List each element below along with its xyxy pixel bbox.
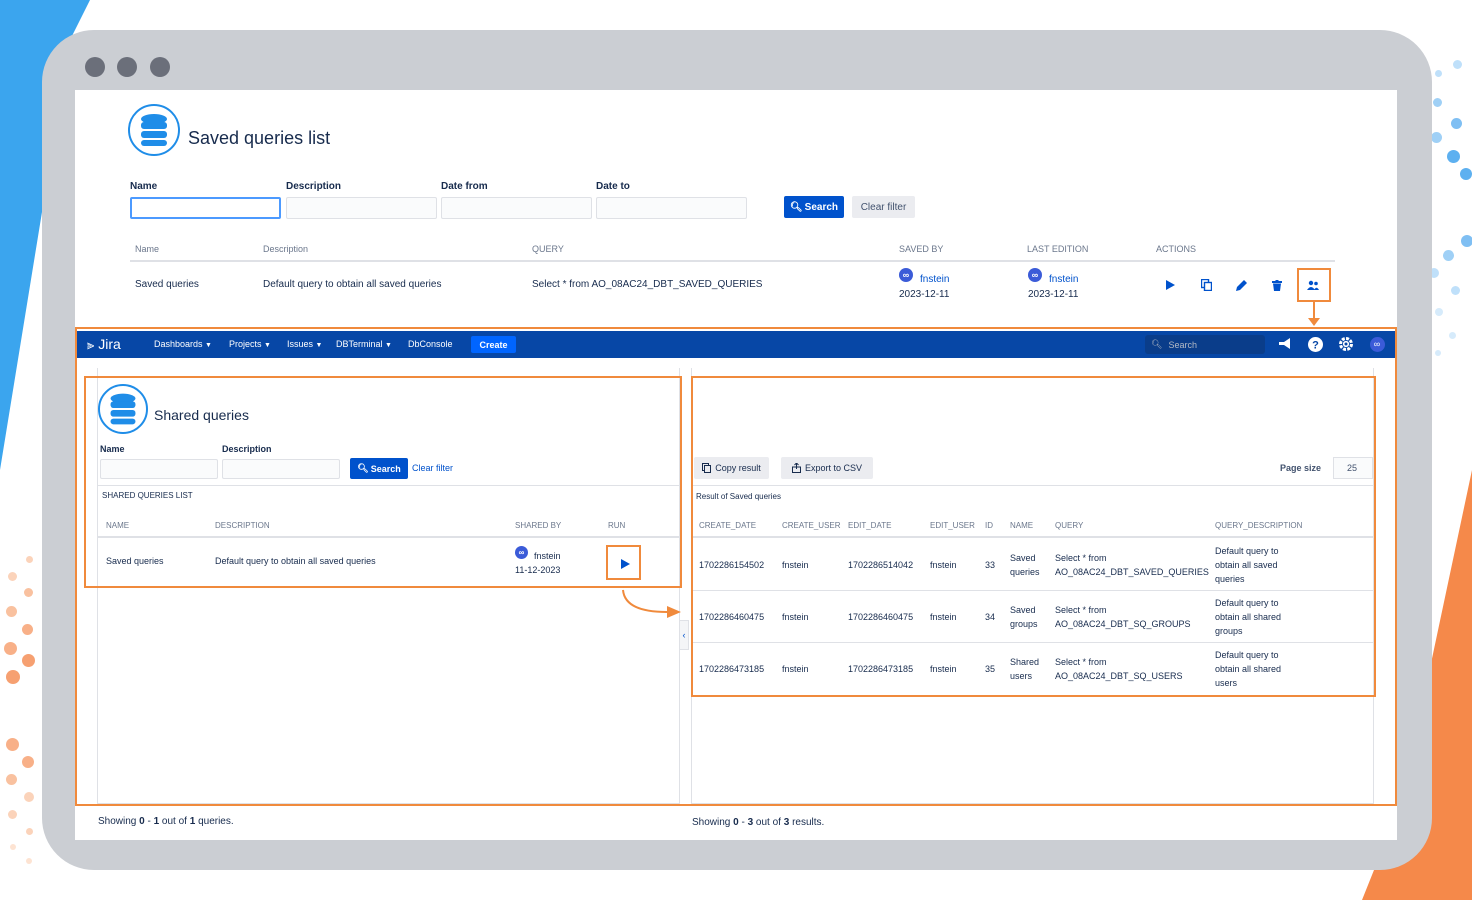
- name-filter-input[interactable]: [130, 197, 281, 219]
- date-to-filter-input[interactable]: [596, 197, 747, 219]
- description-filter-input[interactable]: [286, 197, 437, 219]
- top-navigation-bar: ⫸ Jira Dashboards ▼ Projects ▼ Issues ▼ …: [77, 331, 1395, 358]
- column-header-last-edition: LAST EDITION: [1027, 244, 1089, 254]
- create-button[interactable]: Create: [471, 336, 516, 353]
- results-footer-status: Showing 0 - 3 out of 3 results.: [692, 817, 825, 828]
- collapse-panel-handle[interactable]: ‹: [679, 620, 689, 650]
- nav-item-dbterminal[interactable]: DBTerminal ▼: [336, 339, 392, 349]
- search-icon: 🔍︎: [789, 201, 803, 213]
- search-icon: 🔍︎: [1151, 339, 1163, 349]
- window-minimize-button[interactable]: [117, 57, 137, 77]
- search-button-label: Search: [804, 201, 839, 213]
- window-maximize-button[interactable]: [150, 57, 170, 77]
- column-header-actions: ACTIONS: [1156, 244, 1197, 254]
- run-query-play-icon[interactable]: [1163, 278, 1177, 292]
- chevron-down-icon: ▼: [385, 342, 392, 349]
- help-icon[interactable]: ?: [1306, 335, 1324, 353]
- name-filter-label: Name: [130, 181, 158, 192]
- flow-arrow: [622, 589, 681, 618]
- saved-by-user-link[interactable]: fnstein: [920, 274, 949, 285]
- run-button-highlight: [606, 545, 641, 580]
- user-avatar-icon[interactable]: ∞: [1368, 335, 1386, 353]
- last-edition-date: 2023-12-11: [1028, 289, 1079, 300]
- gear-icon[interactable]: [1337, 335, 1355, 353]
- svg-text:?: ?: [1312, 339, 1319, 351]
- jira-logo[interactable]: ⫸ Jira: [87, 336, 121, 353]
- row-name: Saved queries: [135, 279, 199, 290]
- chevron-down-icon: ▼: [205, 342, 212, 349]
- row-description: Default query to obtain all saved querie…: [263, 279, 442, 290]
- clear-filter-button[interactable]: Clear filter: [852, 196, 915, 218]
- table-header-divider: [130, 260, 1335, 262]
- results-table-highlight: [691, 376, 1376, 697]
- app-screen: Saved queries list Name Description Date…: [75, 90, 1397, 840]
- chevron-left-icon: ‹: [682, 630, 686, 640]
- database-icon: [128, 104, 180, 156]
- last-edition-user-link[interactable]: fnstein: [1049, 274, 1078, 285]
- jira-logo-icon: ⫸: [87, 337, 95, 352]
- share-users-highlight: [1297, 268, 1331, 302]
- edit-query-icon[interactable]: [1234, 278, 1248, 292]
- avatar-icon: ∞: [1028, 268, 1042, 282]
- nav-item-dashboards[interactable]: Dashboards ▼: [154, 339, 212, 349]
- row-query: Select * from AO_08AC24_DBT_SAVED_QUERIE…: [532, 279, 763, 290]
- description-filter-label: Description: [286, 181, 342, 192]
- shared-list-highlight: [84, 376, 682, 588]
- decorative-dots-right: [1425, 50, 1472, 360]
- date-from-filter-input[interactable]: [441, 197, 592, 219]
- nav-item-projects[interactable]: Projects ▼: [229, 339, 271, 349]
- saved-by-date: 2023-12-11: [899, 289, 950, 300]
- copy-query-icon[interactable]: [1199, 278, 1213, 292]
- nav-search-placeholder: Search: [1168, 339, 1197, 350]
- column-header-description: Description: [263, 244, 309, 254]
- delete-query-icon[interactable]: [1270, 278, 1284, 292]
- jira-logo-text: Jira: [98, 336, 121, 352]
- shared-footer-status: Showing 0 - 1 out of 1 queries.: [98, 816, 234, 827]
- decorative-dots-left: [0, 550, 45, 870]
- window-close-button[interactable]: [85, 57, 105, 77]
- nav-item-issues[interactable]: Issues ▼: [287, 339, 322, 349]
- column-header-query: QUERY: [532, 244, 564, 254]
- column-header-saved-by: SAVED BY: [899, 244, 944, 254]
- avatar-icon: ∞: [899, 268, 913, 282]
- nav-search-input[interactable]: 🔍︎ Search: [1145, 335, 1265, 354]
- nav-item-dbconsole[interactable]: DbConsole: [408, 339, 453, 349]
- page-title: Saved queries list: [188, 128, 331, 148]
- chevron-down-icon: ▼: [264, 342, 271, 349]
- highlight-connector-arrowhead: [1308, 318, 1320, 326]
- chevron-down-icon: ▼: [315, 342, 323, 349]
- search-button[interactable]: 🔍︎ Search: [784, 196, 844, 218]
- date-from-filter-label: Date from: [441, 181, 488, 192]
- column-header-name: Name: [135, 244, 160, 254]
- date-to-filter-label: Date to: [596, 181, 630, 192]
- megaphone-icon[interactable]: [1276, 335, 1294, 353]
